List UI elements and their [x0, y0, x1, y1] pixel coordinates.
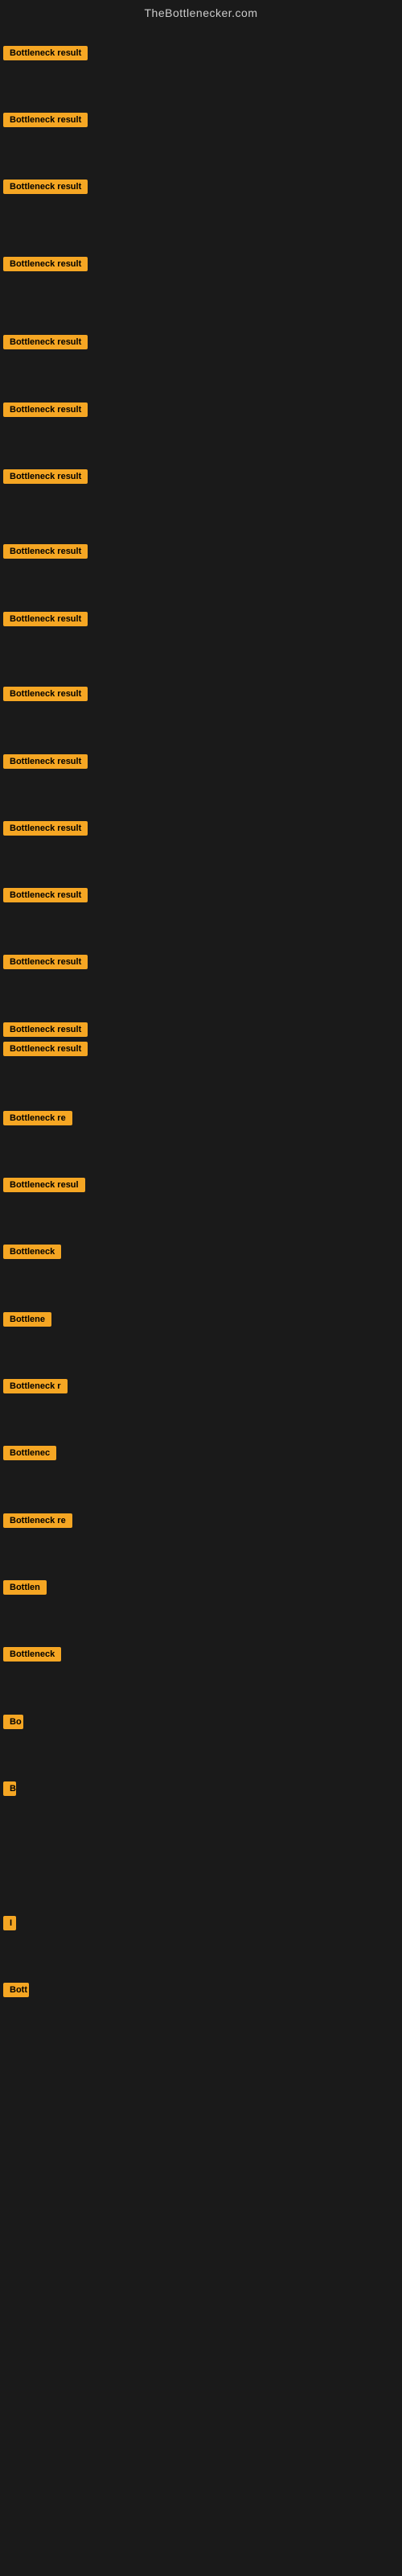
empty-row — [0, 2117, 402, 2149]
bottleneck-badge[interactable]: Bottleneck — [3, 1647, 61, 1662]
page-wrapper: TheBottlenecker.com Bottleneck result Bot… — [0, 0, 402, 2576]
bottleneck-badge[interactable]: Bo — [3, 1715, 23, 1729]
bottleneck-badge[interactable]: Bottleneck result — [3, 544, 88, 559]
bottleneck-badge[interactable]: Bottlen — [3, 1580, 47, 1595]
list-item[interactable]: Bottleneck result — [3, 46, 88, 60]
list-item[interactable]: Bottlen — [3, 1580, 47, 1595]
bottleneck-badge[interactable]: Bottleneck result — [3, 335, 88, 349]
list-item[interactable]: Bottleneck resul — [3, 1178, 85, 1192]
list-item[interactable]: B — [3, 1781, 16, 1796]
bottleneck-badge[interactable]: Bottleneck result — [3, 402, 88, 417]
bottleneck-badge[interactable]: Bottleneck re — [3, 1513, 72, 1528]
bottleneck-badge[interactable]: Bottlene — [3, 1312, 51, 1327]
bottleneck-badge[interactable]: Bottleneck result — [3, 955, 88, 969]
bottleneck-badge[interactable]: Bottleneck — [3, 1245, 61, 1259]
list-item[interactable]: Bottleneck result — [3, 612, 88, 626]
bottleneck-badge[interactable]: Bott — [3, 1983, 29, 1997]
list-item[interactable]: Bottleneck result — [3, 888, 88, 902]
bottleneck-badge[interactable]: Bottleneck resul — [3, 1178, 85, 1192]
list-item[interactable]: Bottleneck re — [3, 1111, 72, 1125]
bottleneck-badge[interactable]: Bottleneck result — [3, 180, 88, 194]
list-item[interactable]: I — [3, 1916, 16, 1930]
list-item[interactable]: Bottleneck result — [3, 180, 88, 194]
list-item[interactable]: Bottleneck result — [3, 335, 88, 349]
list-item[interactable]: Bottleneck result — [3, 1042, 88, 1056]
bottleneck-badge[interactable]: Bottleneck result — [3, 754, 88, 769]
bottleneck-badge[interactable]: Bottleneck result — [3, 821, 88, 836]
list-item[interactable]: Bo — [3, 1715, 23, 1729]
list-item[interactable]: Bottlene — [3, 1312, 51, 1327]
list-item[interactable]: Bottleneck result — [3, 955, 88, 969]
bottleneck-badge[interactable]: Bottleneck result — [3, 687, 88, 701]
empty-row — [0, 2385, 402, 2417]
list-item[interactable]: Bottleneck result — [3, 257, 88, 271]
list-item[interactable]: Bottlenec — [3, 1446, 56, 1460]
empty-row — [0, 2452, 402, 2484]
site-title: TheBottlenecker.com — [0, 0, 402, 26]
empty-row — [0, 2520, 402, 2552]
list-item[interactable]: Bottleneck — [3, 1647, 61, 1662]
bottleneck-badge[interactable]: Bottleneck re — [3, 1111, 72, 1125]
empty-row — [0, 2050, 402, 2082]
bottleneck-badge[interactable]: B — [3, 1781, 16, 1796]
list-item[interactable]: Bottleneck result — [3, 113, 88, 127]
bottleneck-badge[interactable]: Bottleneck result — [3, 612, 88, 626]
bottleneck-badge[interactable]: Bottleneck result — [3, 1042, 88, 1056]
list-item[interactable]: Bottleneck result — [3, 544, 88, 559]
bottleneck-badge[interactable]: I — [3, 1916, 16, 1930]
list-item[interactable]: Bottleneck r — [3, 1379, 68, 1393]
bottleneck-badge[interactable]: Bottleneck result — [3, 46, 88, 60]
empty-row — [0, 2184, 402, 2216]
list-item[interactable]: Bottleneck re — [3, 1513, 72, 1528]
list-item[interactable]: Bott — [3, 1983, 29, 1997]
bottleneck-badge[interactable]: Bottleneck result — [3, 469, 88, 484]
bottleneck-badge[interactable]: Bottlenec — [3, 1446, 56, 1460]
bottleneck-badge[interactable]: Bottleneck result — [3, 888, 88, 902]
list-item[interactable]: Bottleneck — [3, 1245, 61, 1259]
empty-row — [0, 2251, 402, 2283]
list-item[interactable]: Bottleneck result — [3, 402, 88, 417]
empty-row — [0, 2318, 402, 2351]
list-item[interactable]: Bottleneck result — [3, 469, 88, 484]
bottleneck-badge[interactable]: Bottleneck result — [3, 257, 88, 271]
list-item[interactable]: Bottleneck result — [3, 1022, 88, 1037]
list-item[interactable]: Bottleneck result — [3, 821, 88, 836]
bottleneck-badge[interactable]: Bottleneck result — [3, 113, 88, 127]
list-item[interactable]: Bottleneck result — [3, 687, 88, 701]
empty-row — [0, 1848, 402, 1880]
bottleneck-badge[interactable]: Bottleneck r — [3, 1379, 68, 1393]
bottleneck-badge[interactable]: Bottleneck result — [3, 1022, 88, 1037]
list-item[interactable]: Bottleneck result — [3, 754, 88, 769]
